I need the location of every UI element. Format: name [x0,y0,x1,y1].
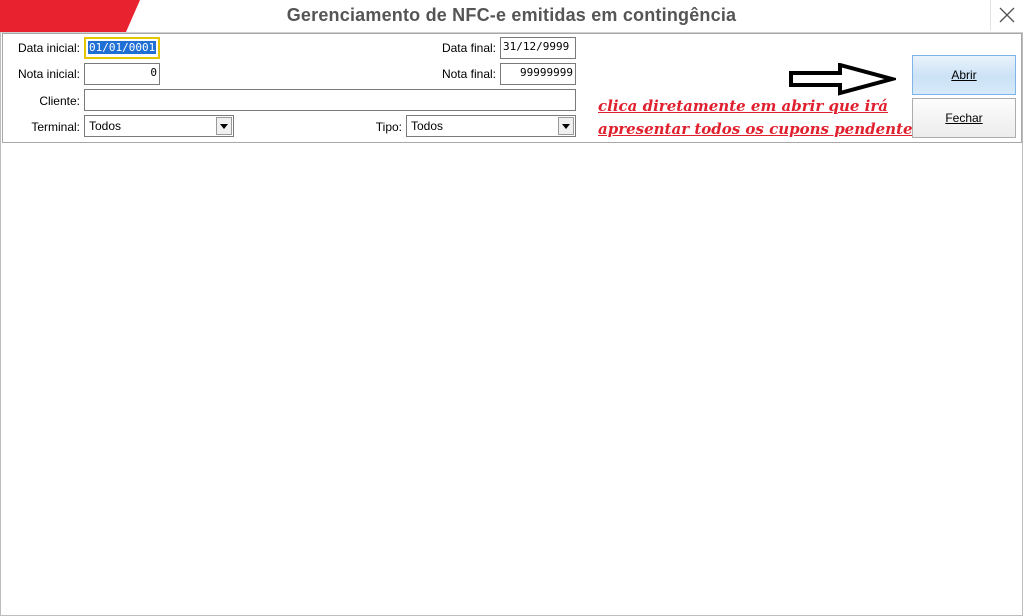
annotation-text: clica diretamente em abrir que irá apres… [598,95,921,141]
abrir-button[interactable]: Abrir [912,55,1016,95]
annotation-line-2: apresentar todos os cupons pendentes [598,120,921,138]
terminal-select-value: Todos [89,119,122,133]
data-inicial-field[interactable]: 01/01/0001 [84,37,160,59]
chevron-down-icon[interactable] [558,117,574,135]
data-final-label: Data final: [441,41,496,55]
annotation-line-1: clica diretamente em abrir que irá [598,97,888,115]
cliente-label: Cliente: [39,94,80,108]
terminal-select[interactable]: Todos [84,115,234,137]
tipo-select-value: Todos [411,119,444,133]
terminal-label: Terminal: [31,120,80,134]
close-icon [999,7,1015,23]
nota-inicial-field[interactable]: 0 [84,63,160,85]
fechar-button[interactable]: Fechar [912,98,1016,138]
data-final-field[interactable]: 31/12/9999 [500,37,576,59]
nota-final-field[interactable]: 99999999 [500,63,576,85]
chevron-down-icon[interactable] [216,117,232,135]
fechar-button-label: Fechar [945,111,983,125]
data-inicial-value: 01/01/0001 [88,41,157,54]
tipo-label: Tipo: [375,120,402,134]
cliente-field[interactable] [84,89,576,111]
abrir-button-label: Abrir [951,68,977,82]
window-title: Gerenciamento de NFC-e emitidas em conti… [286,5,737,25]
right-arrow-icon [789,63,896,96]
tipo-select[interactable]: Todos [406,115,576,137]
nota-inicial-label: Nota inicial: [17,67,80,81]
title-bar: Gerenciamento de NFC-e emitidas em conti… [0,0,1023,33]
results-area [2,143,1020,613]
data-inicial-label: Data inicial: [17,41,80,55]
nota-final-label: Nota final: [441,67,496,81]
window-close-button[interactable] [990,0,1023,30]
